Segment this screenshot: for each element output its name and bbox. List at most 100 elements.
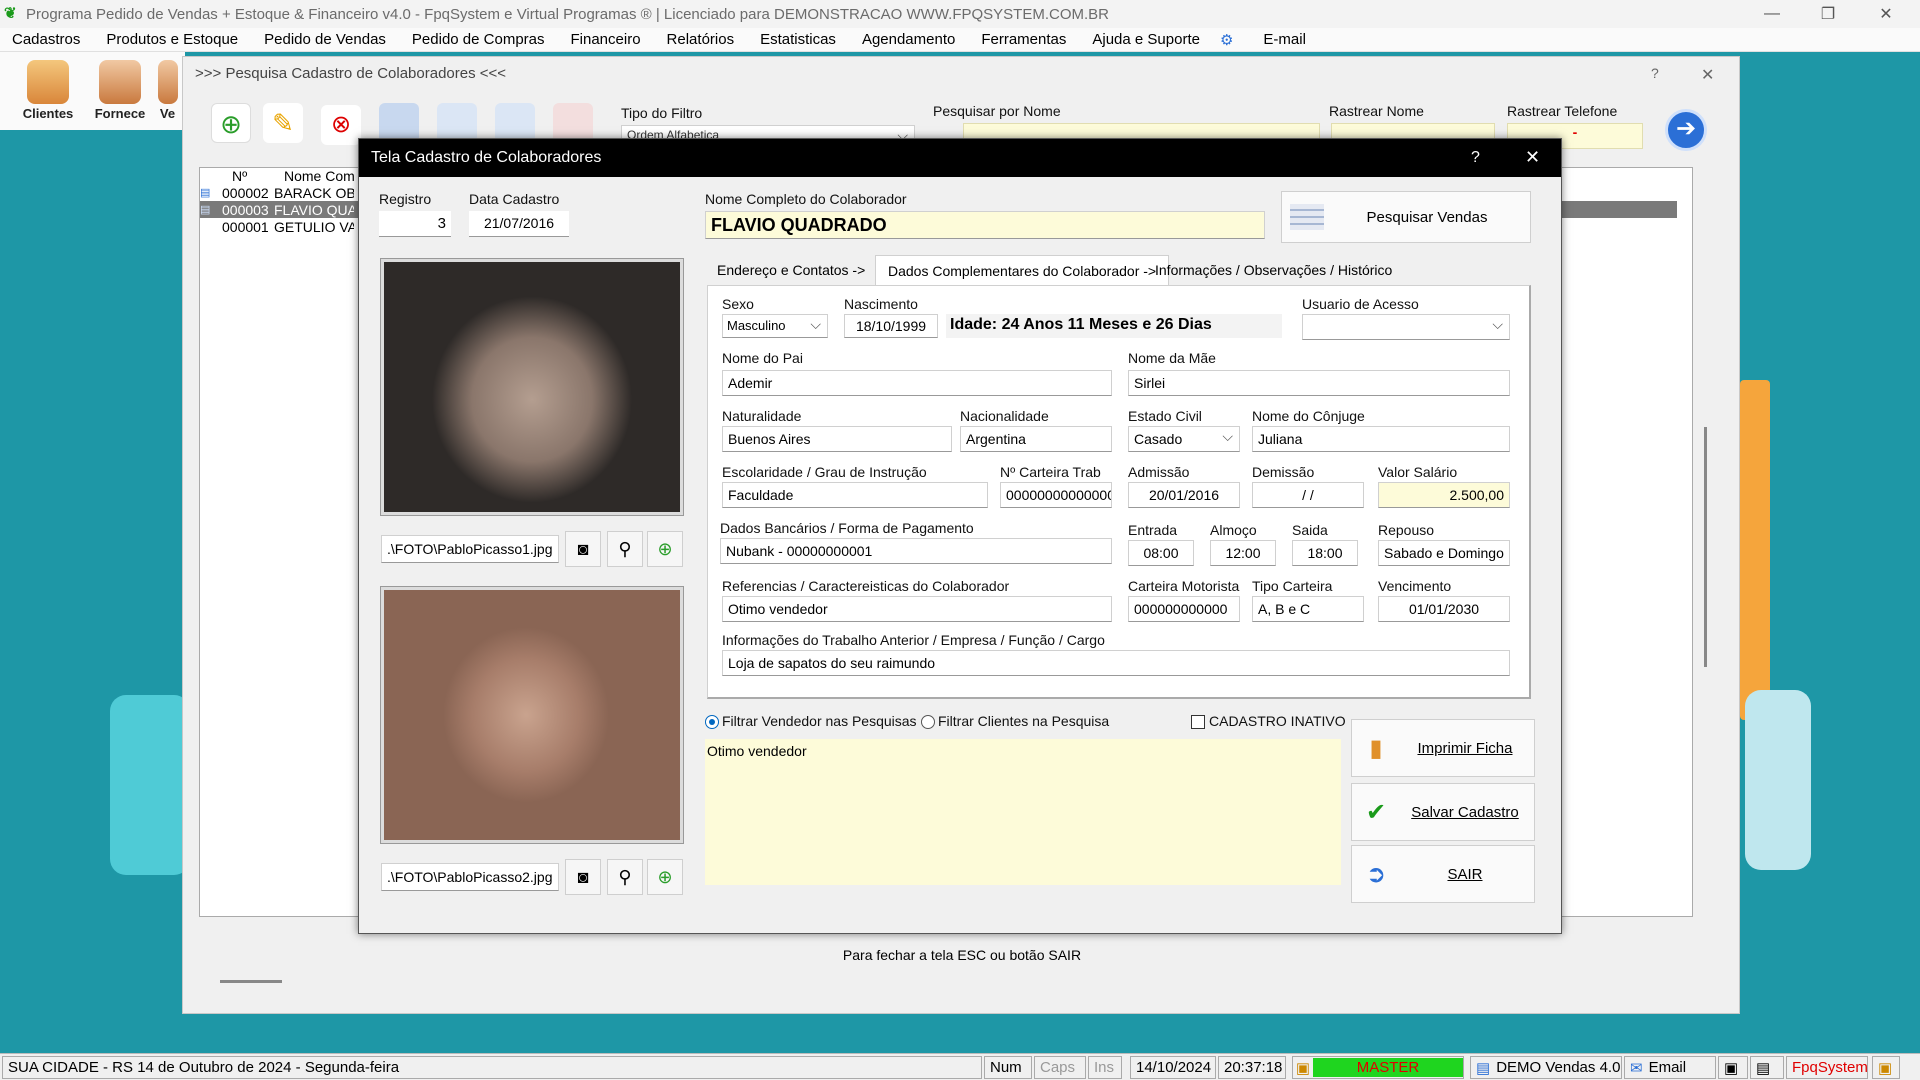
radio-vendedor[interactable]: Filtrar Vendedor nas Pesquisas [705,713,917,730]
bancarios-field[interactable]: Nubank - 00000000001 [720,538,1112,564]
naturalidade-field[interactable]: Buenos Aires [722,426,952,452]
status-tool-2[interactable]: ▤ [1750,1056,1784,1079]
add-icon[interactable]: ⊕ [211,103,251,143]
clientes-button[interactable]: Clientes [14,56,82,121]
go-arrow-icon[interactable]: ➔ [1665,109,1707,151]
registro-label: Registro [379,191,432,207]
report2-icon[interactable] [495,103,535,143]
fornece-button[interactable]: Fornece [86,56,154,121]
pai-field[interactable]: Ademir [722,370,1112,396]
email-support-icon[interactable]: ⚙ [1220,31,1233,49]
report-icon[interactable] [437,103,477,143]
zoom-icon[interactable]: ⚲ [607,531,643,567]
add-photo-icon[interactable]: ⊕ [647,531,683,567]
bancarios-label: Dados Bancários / Forma de Pagamento [720,520,974,536]
zoom-icon[interactable]: ⚲ [607,859,643,895]
data-cadastro-field[interactable]: 21/07/2016 [469,211,569,237]
tab-informacoes[interactable]: Informações / Observações / Histórico [1143,255,1404,285]
photo-1-path[interactable]: .\FOTO\PabloPicasso1.jpg [381,535,559,563]
salvar-cadastro-button[interactable]: ✔ Salvar Cadastro [1351,783,1535,841]
entrada-field[interactable]: 08:00 [1128,540,1194,566]
restore-button[interactable]: ❐ [1800,0,1856,28]
print-icon[interactable] [379,103,419,143]
email-icon: ✉ [1630,1059,1643,1077]
status-tool-1[interactable]: ▣ [1718,1056,1748,1079]
motorista-field[interactable]: 000000000000 [1128,596,1240,622]
camera-icon[interactable]: ◙ [565,531,601,567]
dialog-help-button[interactable]: ? [1471,149,1480,167]
nascimento-field[interactable]: 18/10/1999 [844,314,938,338]
horizontal-scrollbar[interactable] [220,980,282,983]
inativo-checkbox[interactable]: CADASTRO INATIVO [1191,713,1346,730]
status-tool-3[interactable]: ▣ [1872,1056,1900,1079]
almoco-field[interactable]: 12:00 [1210,540,1276,566]
admissao-field[interactable]: 20/01/2016 [1128,482,1240,508]
tipo-carteira-field[interactable]: A, B e C [1252,596,1364,622]
close-icon[interactable]: ✕ [1701,65,1714,85]
close-button[interactable]: ✕ [1858,0,1914,28]
menu-item[interactable]: Pedido de Compras [412,31,545,48]
vendedor-button[interactable]: Ve [150,56,185,121]
dialog-close-button[interactable]: ✕ [1525,147,1540,168]
data-cadastro-label: Data Cadastro [469,191,560,207]
saida-field[interactable]: 18:00 [1292,540,1358,566]
photo-2-path[interactable]: .\FOTO\PabloPicasso2.jpg [381,863,559,891]
observacoes-textarea[interactable]: Otimo vendedor [705,739,1341,885]
radio-clientes[interactable]: Filtrar Clientes na Pesquisa [921,713,1109,730]
minimize-button[interactable]: — [1744,0,1800,28]
nome-field[interactable]: FLAVIO QUADRADO [705,211,1265,239]
tab-endereco[interactable]: Endereço e Contatos -> [705,255,877,285]
salario-field[interactable]: 2.500,00 [1378,482,1510,508]
escolaridade-field[interactable]: Faculdade [722,482,988,508]
menu-item[interactable]: Pedido de Vendas [264,31,386,48]
pesquisar-vendas-button[interactable]: Pesquisar Vendas [1281,191,1531,243]
carteira-trab-field[interactable]: 00000000000000 [1000,482,1112,508]
usuario-select[interactable] [1302,314,1510,340]
sair-button[interactable]: ➲ SAIR [1351,845,1535,903]
dialog-title-bar: Tela Cadastro de Colaboradores ? ✕ [359,139,1561,177]
menu-item[interactable]: Ajuda e Suporte [1092,31,1200,48]
vertical-scrollbar[interactable] [1704,427,1707,667]
conjuge-field[interactable]: Juliana [1252,426,1510,452]
mae-field[interactable]: Sirlei [1128,370,1510,396]
trabalho-anterior-field[interactable]: Loja de sapatos do seu raimundo [722,650,1510,676]
repouso-field[interactable]: Sabado e Domingo [1378,540,1510,566]
sexo-select[interactable]: Masculino [722,314,828,338]
check-icon: ✔ [1365,798,1387,826]
status-brand: FpqSystem [1786,1056,1868,1079]
referencias-field[interactable]: Otimo vendedor [722,596,1112,622]
row-icon: ▤ [200,204,211,216]
imprimir-ficha-button[interactable]: ▮ Imprimir Ficha [1351,719,1535,777]
table-row[interactable]: 000001 GETULIO VA [200,218,360,235]
estado-civil-select[interactable]: Casado [1128,426,1240,452]
menu-item[interactable]: Ferramentas [981,31,1066,48]
edit-icon[interactable]: ✎ [263,103,303,143]
status-city: SUA CIDADE - RS 14 de Outubro de 2024 - … [2,1056,982,1079]
menu-item[interactable]: Cadastros [12,31,80,48]
registro-field[interactable]: 3 [379,211,451,237]
row-num: 000003 [222,201,269,218]
menu-item[interactable]: Relatórios [667,31,735,48]
email-icon[interactable] [553,103,593,143]
status-demo: ▤ DEMO Vendas 4.0 [1470,1056,1622,1079]
menu-item[interactable]: Estatisticas [760,31,836,48]
radio-vendedor-dot[interactable] [705,715,719,730]
motorista-label: Carteira Motorista [1128,578,1240,594]
menu-item[interactable]: Financeiro [571,31,641,48]
demissao-field[interactable]: / / [1252,482,1364,508]
vencimento-field[interactable]: 01/01/2030 [1378,596,1510,622]
nacionalidade-field[interactable]: Argentina [960,426,1112,452]
add-photo-icon[interactable]: ⊕ [647,859,683,895]
menu-item[interactable]: Produtos e Estoque [106,31,238,48]
menu-item[interactable]: E-mail [1263,31,1306,48]
radio-clientes-dot[interactable] [921,715,935,730]
delete-icon[interactable]: ⊗ [321,105,361,145]
inativo-checkbox-box[interactable] [1191,715,1205,730]
status-email[interactable]: ✉ Email [1624,1056,1716,1079]
table-row[interactable]: ▤ 000002 BARACK OB [200,184,360,201]
sexo-label: Sexo [722,296,754,312]
menu-item[interactable]: Agendamento [862,31,955,48]
tab-dados-complementares[interactable]: Dados Complementares do Colaborador -> [875,255,1170,285]
help-icon[interactable]: ? [1651,65,1659,81]
camera-icon[interactable]: ◙ [565,859,601,895]
